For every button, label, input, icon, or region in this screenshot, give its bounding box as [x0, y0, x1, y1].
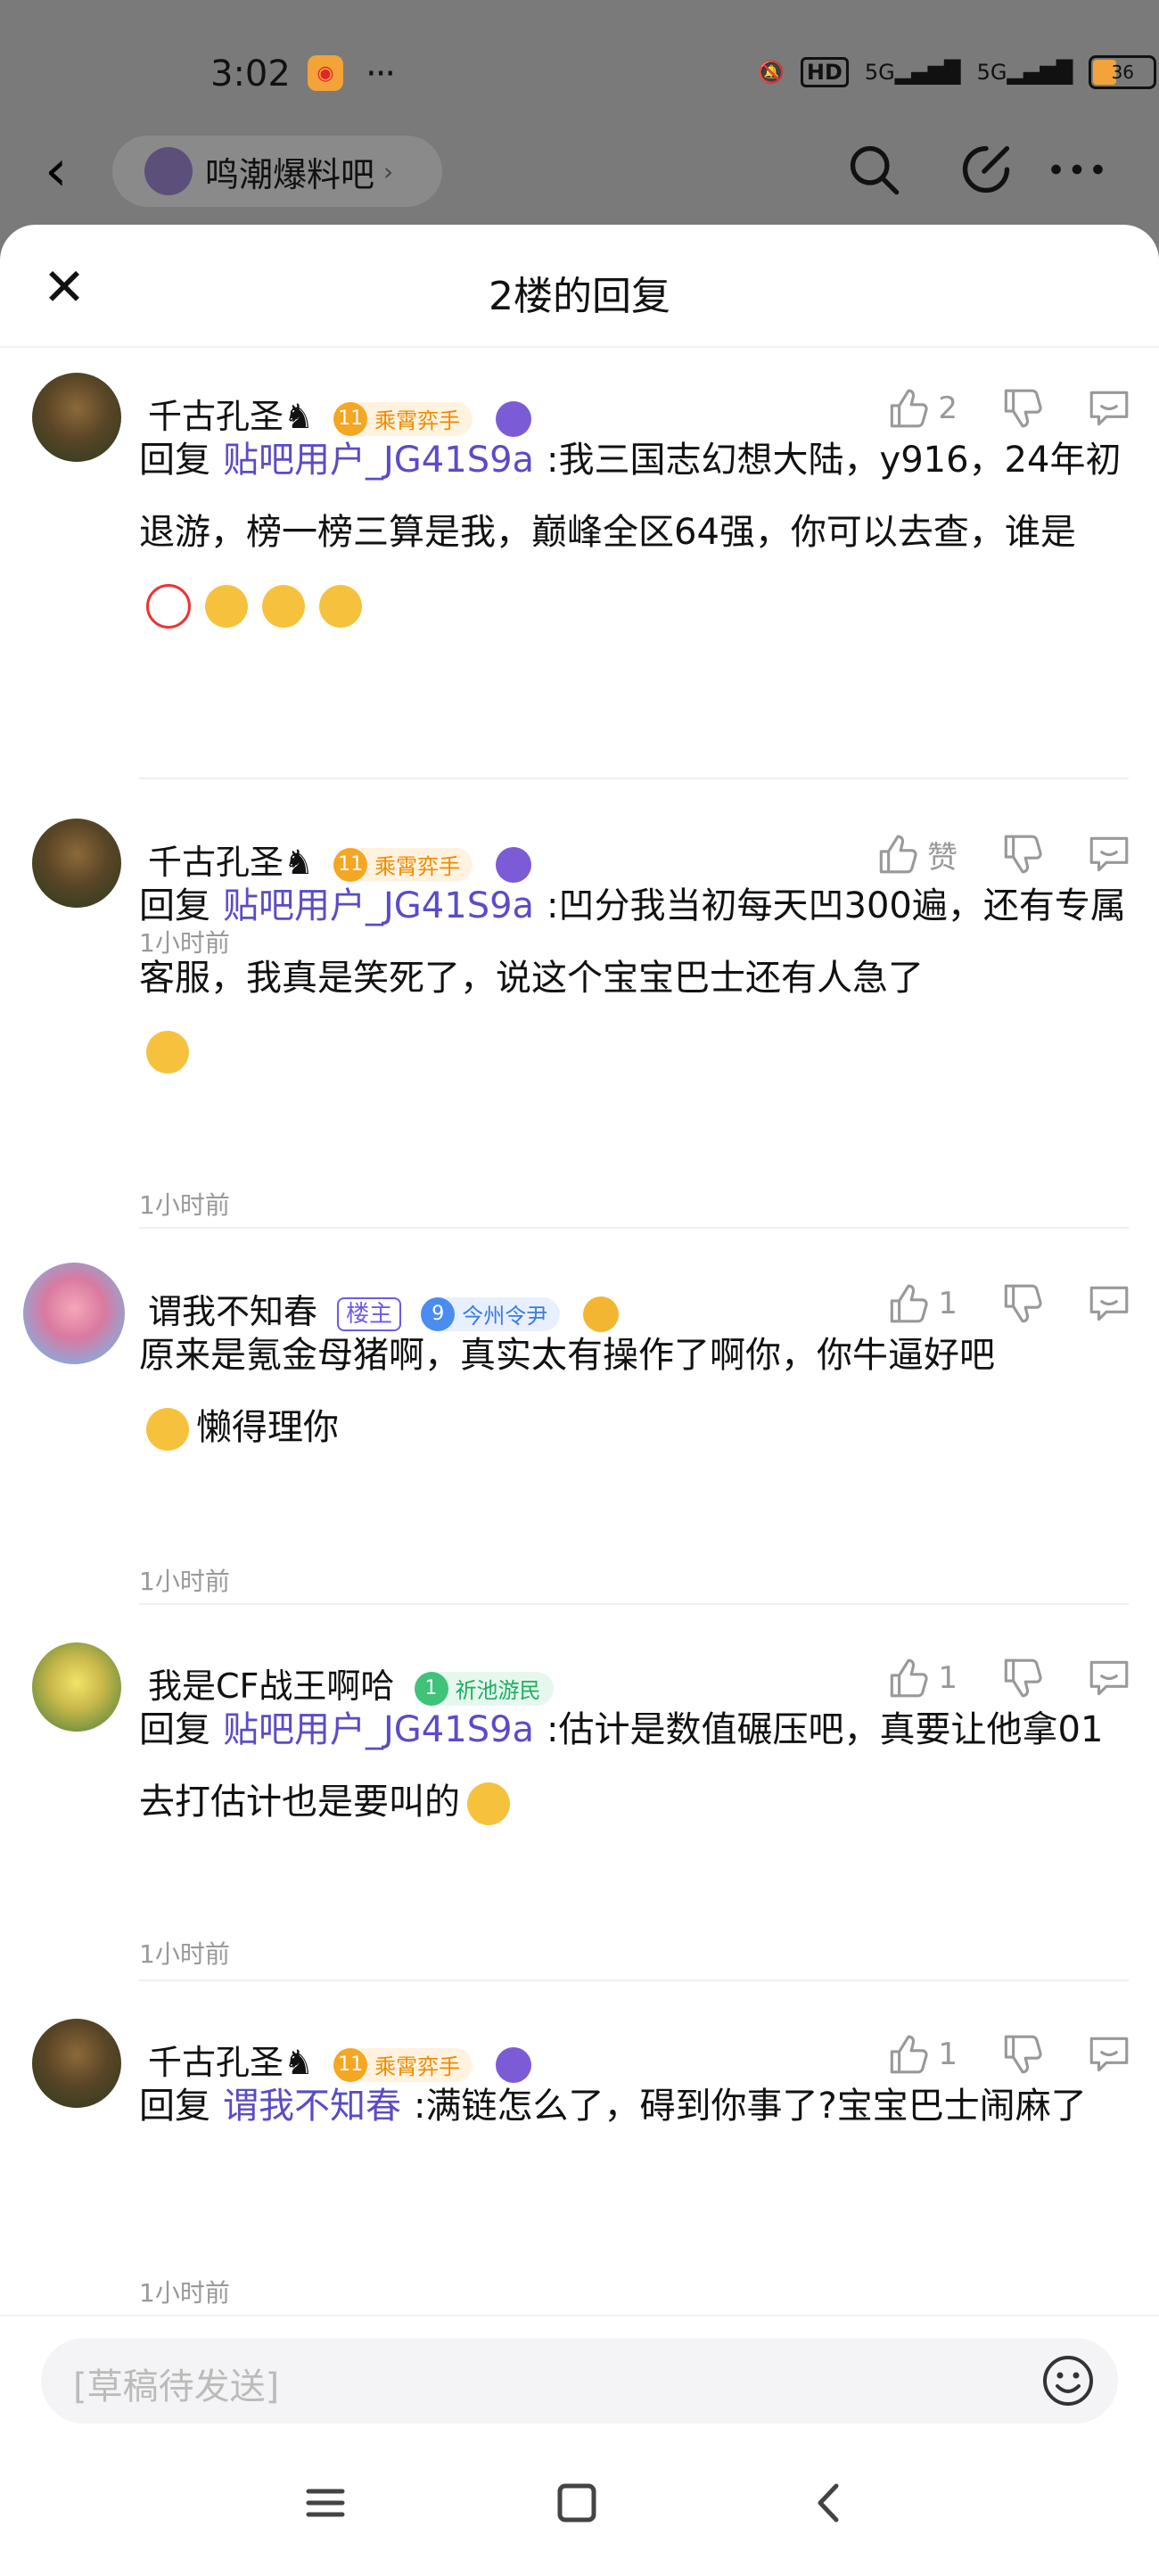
comment-body: 回复 贴吧用户_JG41S9a:我三国志幻想大陆，y916，24年初退游，榜一榜三…: [139, 424, 1129, 641]
comment-body: 原来是氪金母猪啊，真实太有操作了啊你，你牛逼好吧 懒得理你: [139, 1320, 1129, 1464]
status-icons: 🔕 HD 5G▂▄▆█ 5G▂▄▆█ 36: [758, 55, 1157, 89]
avatar[interactable]: [32, 373, 121, 462]
timestamp: 1小时前: [139, 1567, 230, 1596]
menu-icon[interactable]: [294, 2472, 357, 2534]
edit-icon[interactable]: [950, 134, 1022, 205]
grin-emoji-icon: [146, 1408, 189, 1451]
like-count: 1: [938, 1660, 958, 1696]
divider: [139, 1603, 1129, 1605]
weibo-icon: ◉: [308, 55, 343, 91]
like-count: 1: [938, 1286, 958, 1321]
mention-link[interactable]: 贴吧用户_JG41S9a: [223, 1709, 534, 1750]
mention-link[interactable]: 谓我不知春: [223, 2086, 401, 2127]
like-count: 2: [938, 391, 958, 426]
sheet-header: ✕ 2楼的回复: [0, 225, 1159, 348]
mention-link[interactable]: 贴吧用户_JG41S9a: [223, 440, 534, 481]
timestamp: 1小时前: [139, 1939, 230, 1969]
comment-body: 回复 谓我不知春:满链怎么了，碍到你事了?宝宝巴士闹麻了: [139, 2086, 1087, 2127]
battery-icon: 36: [1089, 55, 1157, 89]
divider: [139, 1979, 1129, 1981]
back-icon[interactable]: ‹: [45, 143, 68, 200]
grin-emoji-icon: [262, 585, 305, 628]
forum-avatar: [144, 147, 193, 195]
timestamp: 1小时前: [139, 2278, 230, 2308]
comment-input[interactable]: [草稿待发送]: [41, 2338, 1118, 2424]
grin-emoji-icon: [205, 585, 248, 628]
search-icon[interactable]: [838, 134, 909, 205]
avatar[interactable]: [32, 819, 121, 908]
emoji-icon[interactable]: [1040, 2352, 1097, 2409]
clown-emoji-icon: [146, 584, 191, 629]
divider: [139, 778, 1129, 779]
more-notifications-icon: ···: [366, 53, 396, 95]
back-nav-icon[interactable]: [799, 2472, 861, 2534]
sheet-title: 2楼的回复: [489, 274, 670, 319]
hd-icon: HD: [800, 57, 849, 87]
grin-emoji-icon: [146, 1031, 189, 1074]
status-time: 3:02: [210, 53, 291, 95]
chevron-right-icon: ›: [383, 156, 394, 186]
status-bar: 3:02 ◉ ··· 🔕 HD 5G▂▄▆█ 5G▂▄▆█ 36: [0, 0, 1159, 143]
avatar[interactable]: [32, 1642, 121, 1732]
signal-icon-1: 5G▂▄▆█: [864, 60, 961, 85]
more-icon[interactable]: [1041, 134, 1113, 205]
avatar[interactable]: [23, 1263, 125, 1364]
input-placeholder: [草稿待发送]: [73, 2366, 280, 2407]
divider: [139, 1227, 1129, 1229]
home-icon[interactable]: [546, 2472, 608, 2534]
input-bar: [草稿待发送]: [0, 2315, 1159, 2441]
grin-emoji-icon: [319, 585, 362, 628]
replies-sheet: ✕ 2楼的回复 千古孔圣♞ 11 乘霄弈手 2 回复 贴吧用户_JG41S9a:我三…: [0, 225, 1159, 2576]
like-count: 1: [938, 2037, 958, 2072]
system-nav-bar: [0, 2440, 1159, 2576]
mute-icon: 🔕: [758, 60, 785, 85]
mention-link[interactable]: 贴吧用户_JG41S9a: [223, 885, 534, 926]
comment-body: 回复 贴吧用户_JG41S9a:凹分我当初每天凹300遍，还有专属客服，我真是笑死…: [139, 870, 1129, 1087]
timestamp: 1小时前: [139, 1190, 230, 1220]
laugh-emoji-icon: [467, 1782, 510, 1825]
forum-pill[interactable]: 鸣潮爆料吧 ›: [112, 136, 442, 207]
forum-name: 鸣潮爆料吧: [205, 154, 375, 194]
avatar[interactable]: [32, 2019, 121, 2108]
signal-icon-2: 5G▂▄▆█: [976, 60, 1073, 85]
comment-body: 回复 贴吧用户_JG41S9a:估计是数值碾压吧，真要让他拿01去打估计也是要叫的: [139, 1694, 1129, 1839]
